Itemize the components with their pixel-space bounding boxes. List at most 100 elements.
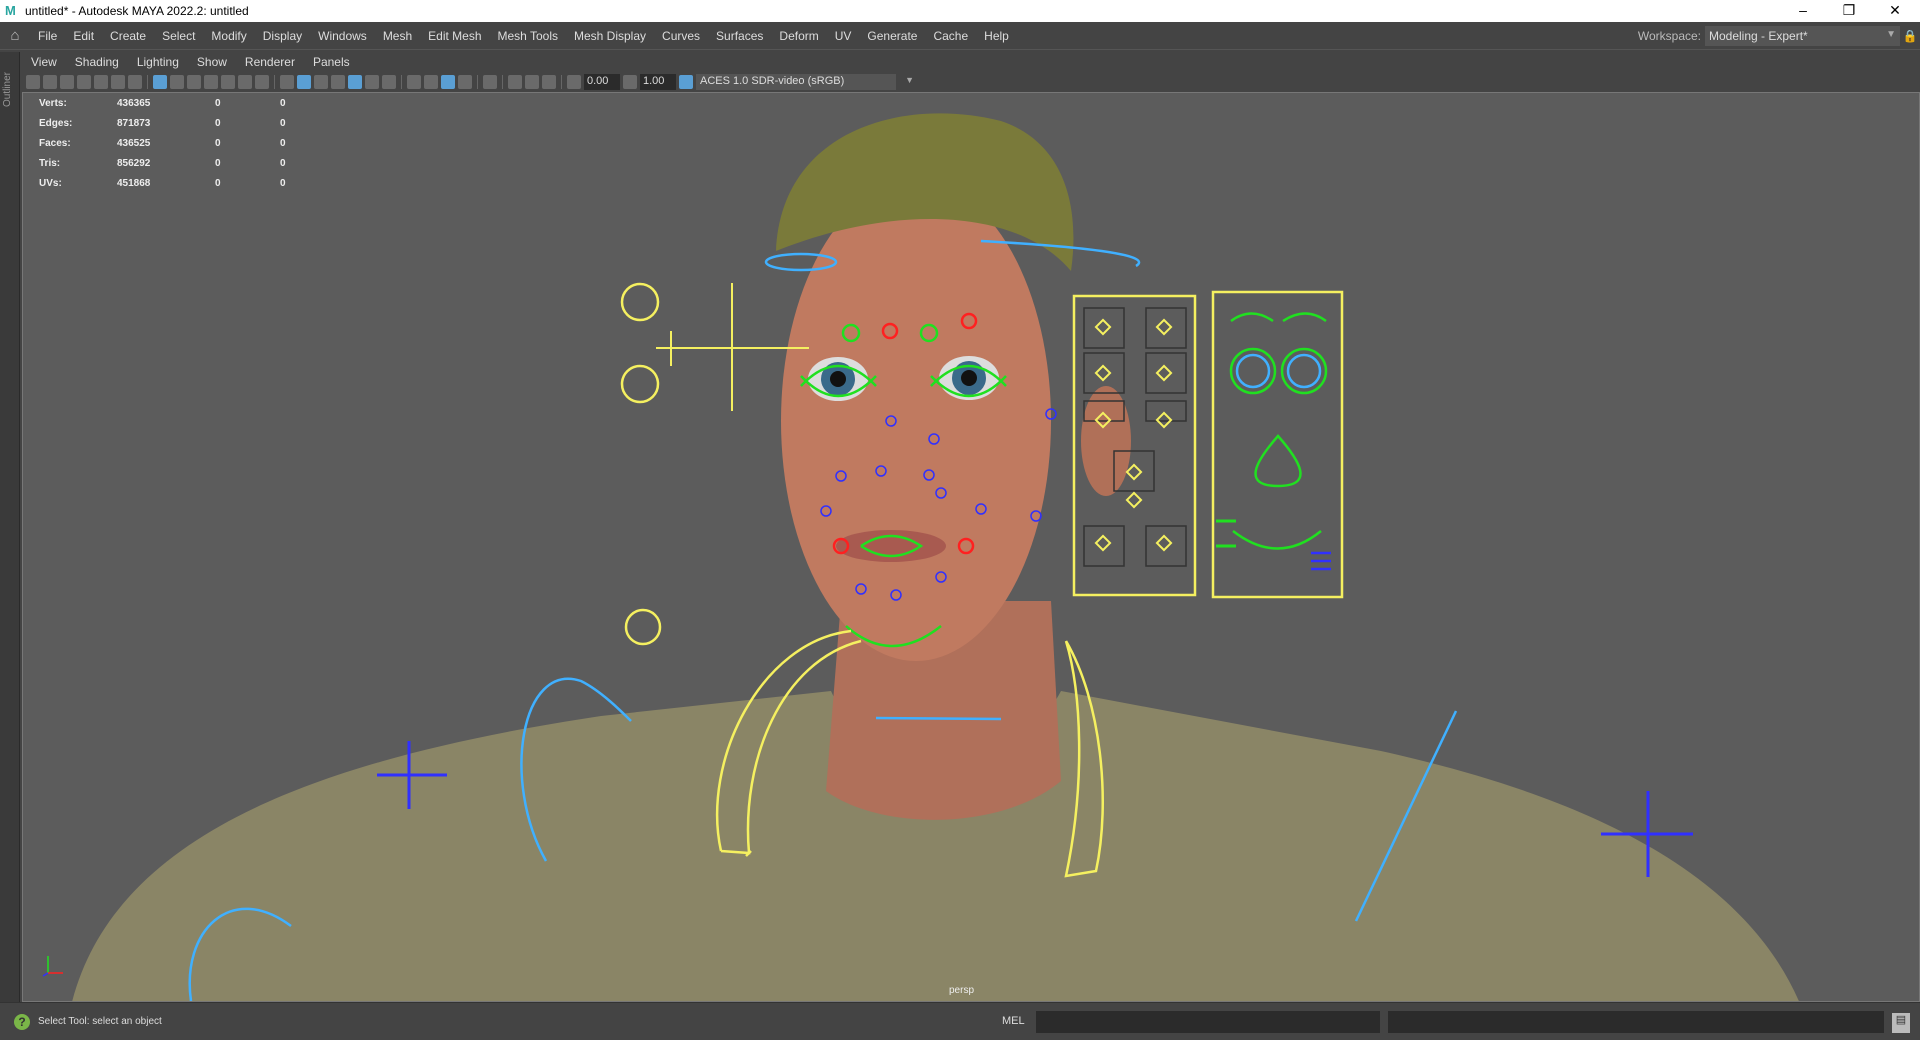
title-bar: M untitled* - Autodesk MAYA 2022.2: unti… bbox=[0, 0, 1920, 22]
scene-render bbox=[42, 113, 1799, 1001]
menu-help[interactable]: Help bbox=[976, 29, 1017, 43]
shadows-icon[interactable] bbox=[382, 75, 396, 89]
antialiasing-icon[interactable] bbox=[441, 75, 455, 89]
hud-value: 856292 bbox=[117, 157, 151, 169]
gamma-icon[interactable] bbox=[623, 75, 637, 89]
bookmark-icon[interactable] bbox=[77, 75, 91, 89]
menu-edit[interactable]: Edit bbox=[65, 29, 102, 43]
hud-label: Edges: bbox=[39, 117, 73, 129]
wireframe-icon[interactable] bbox=[280, 75, 294, 89]
hud-row-tris: Tris: 856292 0 0 bbox=[39, 153, 286, 173]
panel-menu-bar: View Shading Lighting Show Renderer Pane… bbox=[22, 52, 1920, 72]
panel-menu-renderer[interactable]: Renderer bbox=[236, 55, 304, 69]
menu-display[interactable]: Display bbox=[255, 29, 310, 43]
gamma-field[interactable]: 1.00 bbox=[640, 74, 676, 90]
depth-of-field-icon[interactable] bbox=[458, 75, 472, 89]
textured-icon[interactable] bbox=[348, 75, 362, 89]
toolbar-divider bbox=[401, 75, 402, 89]
menu-create[interactable]: Create bbox=[102, 29, 154, 43]
panel-menu-lighting[interactable]: Lighting bbox=[128, 55, 188, 69]
restore-button[interactable]: ❐ bbox=[1826, 0, 1872, 22]
help-line: ? Select Tool: select an object MEL ▤ bbox=[0, 1002, 1920, 1040]
perspective-viewport[interactable]: Verts: 436365 0 0 Edges: 871873 0 0 Faces: 4365… bbox=[22, 92, 1920, 1002]
lock-icon[interactable]: 🔒 bbox=[1900, 29, 1920, 43]
command-input[interactable] bbox=[1036, 1011, 1380, 1033]
exposure-icon[interactable] bbox=[567, 75, 581, 89]
panel-menu-show[interactable]: Show bbox=[188, 55, 236, 69]
workspace-value: Modeling - Expert* bbox=[1709, 29, 1808, 43]
xray-joints-icon[interactable] bbox=[525, 75, 539, 89]
image-plane-icon[interactable] bbox=[94, 75, 108, 89]
grid-icon[interactable] bbox=[153, 75, 167, 89]
hud-selected-alt: 0 bbox=[280, 177, 286, 189]
menu-mesh-tools[interactable]: Mesh Tools bbox=[490, 29, 566, 43]
isolate-select-icon[interactable] bbox=[483, 75, 497, 89]
menu-uv[interactable]: UV bbox=[827, 29, 860, 43]
smooth-shade-icon[interactable] bbox=[297, 75, 311, 89]
command-result-field bbox=[1388, 1011, 1884, 1033]
xray-icon[interactable] bbox=[508, 75, 522, 89]
film-gate-icon[interactable] bbox=[170, 75, 184, 89]
hud-value: 436365 bbox=[117, 97, 151, 109]
hud-selected-alt: 0 bbox=[280, 117, 286, 129]
lights-icon[interactable] bbox=[365, 75, 379, 89]
menu-windows[interactable]: Windows bbox=[310, 29, 375, 43]
hud-label: Faces: bbox=[39, 137, 71, 149]
menu-modify[interactable]: Modify bbox=[203, 29, 254, 43]
menu-deform[interactable]: Deform bbox=[771, 29, 826, 43]
color-management-icon[interactable] bbox=[679, 75, 693, 89]
gate-mask-icon[interactable] bbox=[204, 75, 218, 89]
script-editor-icon[interactable]: ▤ bbox=[1892, 1013, 1910, 1033]
panel-menu-panels[interactable]: Panels bbox=[304, 55, 359, 69]
panel-menu-view[interactable]: View bbox=[22, 55, 66, 69]
workspace-dropdown[interactable]: Modeling - Expert* ▼ bbox=[1705, 26, 1900, 46]
menu-cache[interactable]: Cache bbox=[925, 29, 976, 43]
hud-value: 436525 bbox=[117, 137, 151, 149]
xray-components-icon[interactable] bbox=[542, 75, 556, 89]
screen-space-ao-icon[interactable] bbox=[407, 75, 421, 89]
poly-count-hud: Verts: 436365 0 0 Edges: 871873 0 0 Faces: 4365… bbox=[39, 93, 286, 193]
hud-row-uvs: UVs: 451868 0 0 bbox=[39, 173, 286, 193]
menu-mesh[interactable]: Mesh bbox=[375, 29, 420, 43]
menu-curves[interactable]: Curves bbox=[654, 29, 708, 43]
outliner-tab[interactable]: Outliner bbox=[0, 52, 20, 1002]
minimize-button[interactable]: – bbox=[1780, 0, 1826, 22]
help-icon[interactable]: ? bbox=[14, 1013, 30, 1030]
toolbar-divider bbox=[561, 75, 562, 89]
color-space-value: ACES 1.0 SDR-video (sRGB) bbox=[700, 75, 845, 87]
toolbar-divider bbox=[274, 75, 275, 89]
hud-selected-alt: 0 bbox=[280, 157, 286, 169]
chevron-down-icon: ▼ bbox=[1886, 29, 1896, 40]
default-material-icon[interactable] bbox=[314, 75, 328, 89]
window-title: untitled* - Autodesk MAYA 2022.2: untitl… bbox=[25, 4, 249, 18]
toolbar-divider bbox=[477, 75, 478, 89]
2d-pan-zoom-icon[interactable] bbox=[111, 75, 125, 89]
menu-file[interactable]: File bbox=[30, 29, 65, 43]
camera-icon[interactable] bbox=[26, 75, 40, 89]
menu-edit-mesh[interactable]: Edit Mesh bbox=[420, 29, 489, 43]
hud-selected: 0 bbox=[215, 117, 221, 129]
home-icon[interactable]: ⌂ bbox=[0, 27, 30, 44]
grease-pencil-icon[interactable] bbox=[128, 75, 142, 89]
menu-generate[interactable]: Generate bbox=[859, 29, 925, 43]
color-space-dropdown[interactable]: ACES 1.0 SDR-video (sRGB) ▼ bbox=[696, 74, 914, 90]
resolution-gate-icon[interactable] bbox=[187, 75, 201, 89]
camera-lock-icon[interactable] bbox=[60, 75, 74, 89]
camera-attributes-icon[interactable] bbox=[43, 75, 57, 89]
hud-value: 451868 bbox=[117, 177, 151, 189]
close-button[interactable]: ✕ bbox=[1872, 0, 1918, 22]
hud-row-edges: Edges: 871873 0 0 bbox=[39, 113, 286, 133]
menu-select[interactable]: Select bbox=[154, 29, 203, 43]
hud-selected-alt: 0 bbox=[280, 137, 286, 149]
exposure-field[interactable]: 0.00 bbox=[584, 74, 620, 90]
safe-action-icon[interactable] bbox=[238, 75, 252, 89]
mel-label[interactable]: MEL bbox=[1002, 1015, 1025, 1027]
motion-blur-icon[interactable] bbox=[424, 75, 438, 89]
menu-mesh-display[interactable]: Mesh Display bbox=[566, 29, 654, 43]
wireframe-on-shaded-icon[interactable] bbox=[331, 75, 345, 89]
toolbar-divider bbox=[502, 75, 503, 89]
safe-title-icon[interactable] bbox=[255, 75, 269, 89]
panel-menu-shading[interactable]: Shading bbox=[66, 55, 128, 69]
menu-surfaces[interactable]: Surfaces bbox=[708, 29, 771, 43]
field-chart-icon[interactable] bbox=[221, 75, 235, 89]
